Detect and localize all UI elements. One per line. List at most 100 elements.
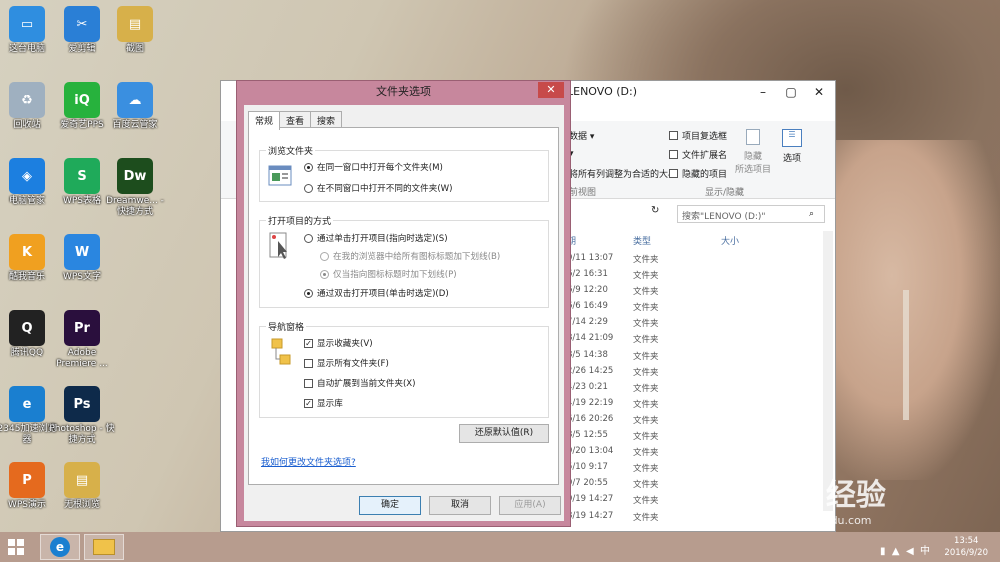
taskbar: e ▮ ▲ ◀ 中 13:54 2016/9/20 [0,532,1000,562]
desktop-icon[interactable]: Pr Adobe Premiere ... [49,310,115,370]
search-icon[interactable]: ⌕ [809,209,814,219]
clock-time: 13:54 [953,536,979,546]
file-row[interactable]: 8/14 21:09 文件夹 [567,333,817,349]
app-icon: Dw [117,158,153,194]
desktop-icon[interactable]: ▤ 截图 [102,6,168,55]
file-row[interactable]: 4/19 22:19 文件夹 [567,398,817,414]
app-icon: Pr [64,310,100,346]
hidden-items-toggle[interactable]: 隐藏的项目 [669,167,727,180]
ime-indicator[interactable]: 中 [920,546,930,557]
expand-current-folder-checkbox[interactable]: 自动扩展到当前文件夹(X) [304,377,416,389]
baidu-watermark: Bai 经验 [762,478,886,513]
file-row[interactable]: 9/11 13:07 文件夹 [567,253,817,269]
clock[interactable]: 13:54 2016/9/20 [944,535,988,559]
file-extension-toggle[interactable]: 文件扩展名 [669,148,727,161]
radio-icon [304,183,313,193]
file-date: 6/9 12:20 [567,285,608,296]
taskbar-explorer-button[interactable] [84,534,124,560]
tab-view[interactable]: 查看 [279,111,312,128]
file-type: 文件夹 [633,383,659,394]
file-type: 文件夹 [633,303,659,314]
file-row[interactable]: 6/2 16:31 文件夹 [567,269,817,285]
desktop-icon[interactable]: ☁ 百度云管家 [102,82,168,131]
same-window-option[interactable]: 在同一窗口中打开每个文件夹(M) [304,161,443,173]
checkbox-icon: ✓ [304,338,313,348]
file-row[interactable]: 6/16 20:26 文件夹 [567,414,817,430]
file-date: 6/6 16:49 [567,301,608,312]
show-favorites-checkbox[interactable]: ✓ 显示收藏夹(V) [304,337,373,349]
file-row[interactable]: 9/20 13:04 文件夹 [567,446,817,462]
ie-icon: e [50,537,70,557]
ribbon-fit-columns[interactable]: 将所有列调整为合适的大小 [569,167,677,180]
file-date: 5/10 9:17 [567,462,608,473]
file-type: 文件夹 [633,432,659,443]
app-icon: ◈ [9,158,45,194]
cancel-button[interactable]: 取消 [429,496,491,515]
file-type: 文件夹 [633,271,659,282]
taskbar-ie-button[interactable]: e [40,534,80,560]
ok-button[interactable]: 确定 [359,496,421,515]
start-button[interactable] [8,539,24,555]
file-type: 文件夹 [633,464,659,475]
file-type: 文件夹 [633,351,659,362]
apply-button[interactable]: 应用(A) [499,496,561,515]
file-row[interactable]: 7/14 2:29 文件夹 [567,317,817,333]
general-panel: 浏览文件夹 在同一窗口中打开每个文件夹(M) 在不同窗口中打开不同的文件夹(W)… [248,127,559,485]
desktop-icon[interactable]: Dw Dreamwe... - 快捷方式 [102,158,168,218]
desktop-icon[interactable]: ▤ 无根浏览 [49,462,115,511]
options-button[interactable]: ☰ 选项 [777,129,807,164]
maximize-icon[interactable]: ▢ [777,81,805,103]
close-icon[interactable]: ✕ [805,81,833,103]
folder-tree-icon [271,338,291,365]
item-checkbox-toggle[interactable]: 项目复选框 [669,129,727,142]
ribbon-data[interactable]: 数据 ▾ [569,129,594,142]
column-size[interactable]: 大小 [721,234,739,247]
file-row[interactable]: 6/6 16:49 文件夹 [567,301,817,317]
file-type: 文件夹 [633,399,659,410]
hide-selected-button[interactable]: 隐藏 所选项目 [733,129,773,175]
show-libraries-checkbox[interactable]: ✓ 显示库 [304,397,343,409]
volume-icon[interactable]: ◀ [906,546,914,557]
file-date: 9/20 13:04 [567,446,614,457]
desktop-icon[interactable]: W WPS文字 [49,234,115,283]
app-icon: W [64,234,100,270]
app-icon: ▤ [64,462,100,498]
underline-all-option[interactable]: 在我的浏览器中给所有图标标题加下划线(B) [320,250,500,262]
file-date: 8/5 12:55 [567,430,608,441]
search-input[interactable]: 搜索"LENOVO (D:)" [677,205,825,223]
file-row[interactable]: 4/23 0:21 文件夹 [567,382,817,398]
nav-group-title: 导航窗格 [266,320,307,333]
help-link[interactable]: 我如何更改文件夹选项? [261,455,356,468]
file-date: 9/11 13:07 [567,253,614,263]
file-type: 文件夹 [633,319,659,330]
dialog-title: 文件夹选项 [376,85,431,98]
tab-general[interactable]: 常规 [248,111,281,130]
column-type[interactable]: 类型 [633,234,651,247]
double-click-option[interactable]: 通过双击打开项目(单击时选定)(D) [304,287,449,299]
desktop-icon[interactable]: Ps Photoshop - 快捷方式 [49,386,115,446]
file-row[interactable]: 8/5 12:55 文件夹 [567,430,817,446]
tab-search[interactable]: 搜索 [310,111,343,128]
single-click-option[interactable]: 通过单击打开项目(指向时选定)(S) [304,232,448,244]
minimize-icon[interactable]: – [749,81,777,103]
file-date: 9/7 20:55 [567,478,608,489]
file-row[interactable]: 8/5 14:38 文件夹 [567,350,817,366]
file-row[interactable]: 2/26 14:25 文件夹 [567,366,817,382]
wallpaper-chain [903,290,909,420]
radio-icon [304,288,313,298]
show-all-folders-checkbox[interactable]: 显示所有文件夹(F) [304,357,389,369]
underline-hover-option[interactable]: 仅当指向图标标题时加下划线(P) [320,268,457,280]
new-window-option[interactable]: 在不同窗口中打开不同的文件夹(W) [304,182,453,194]
battery-icon[interactable]: ▮ [880,546,886,557]
file-row[interactable]: 6/9 12:20 文件夹 [567,285,817,301]
app-icon: ☁ [117,82,153,118]
app-icon: Q [9,310,45,346]
dialog-close-button[interactable]: ✕ [538,82,564,98]
network-icon[interactable]: ▲ [892,546,900,557]
file-date: 6/2 16:31 [567,269,608,280]
app-icon: S [64,158,100,194]
refresh-icon[interactable]: ↻ [651,205,659,216]
scrollbar[interactable] [823,231,833,511]
app-icon: e [9,386,45,422]
restore-defaults-button[interactable]: 还原默认值(R) [459,424,549,443]
